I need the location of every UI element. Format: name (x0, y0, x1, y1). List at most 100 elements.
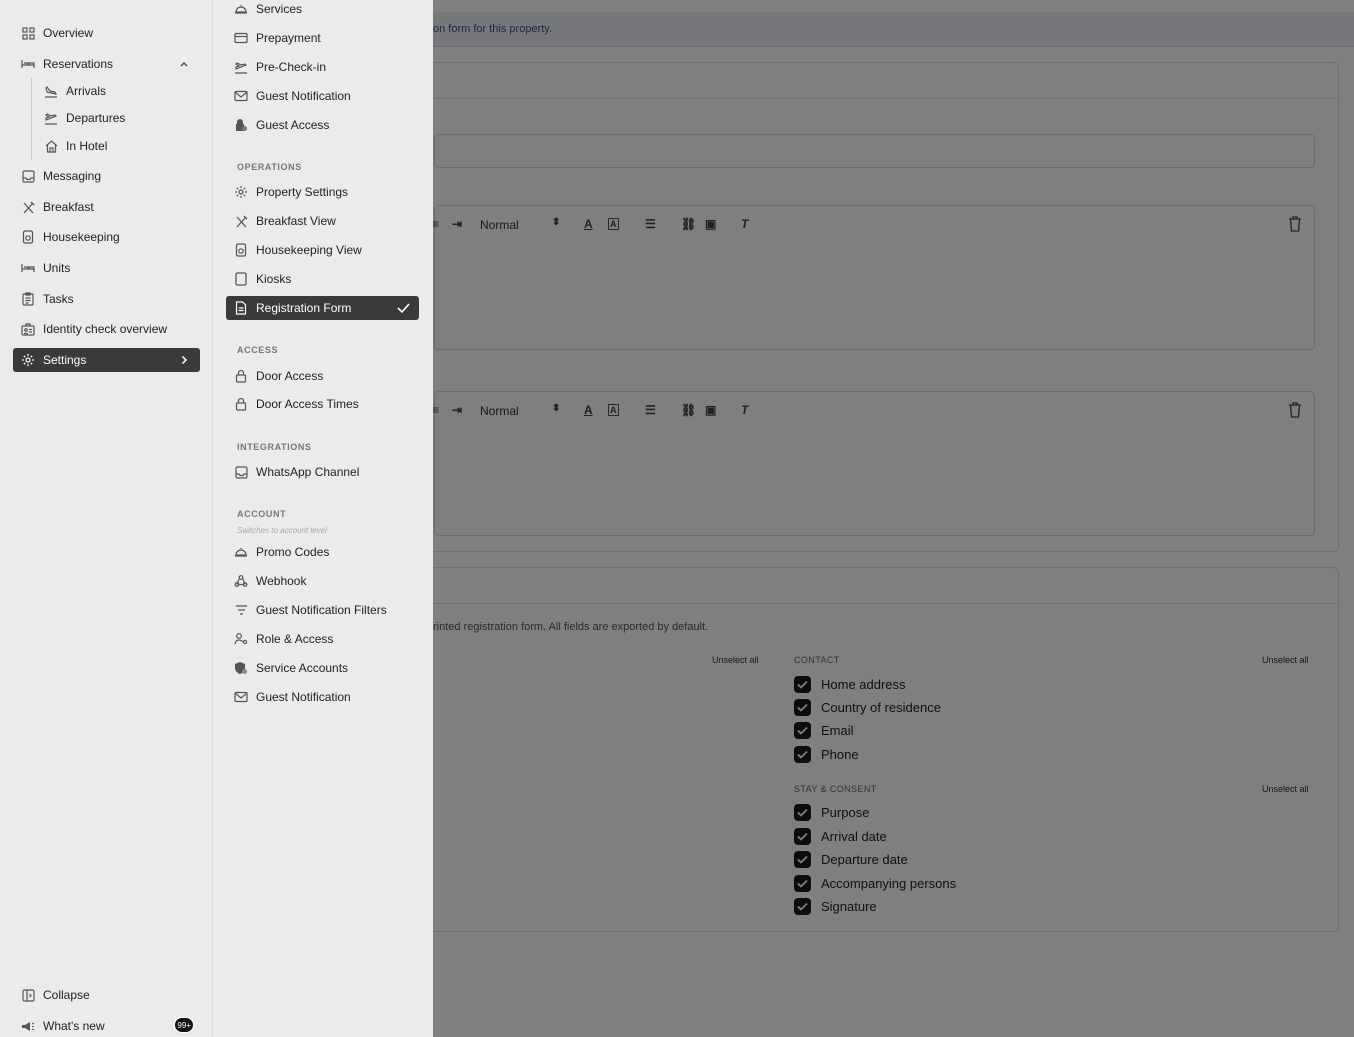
sidebar-item-departures[interactable]: Departures (13, 106, 200, 130)
section-hint-account: Switches to account level (237, 526, 327, 535)
submenu-item-housekeeping-view[interactable]: Housekeeping View (226, 238, 419, 262)
submenu-item-label: Property Settings (256, 185, 349, 199)
submenu-item-registration-form[interactable]: Registration Form (226, 296, 419, 320)
sidebar-item-label: Units (43, 261, 71, 275)
sidebar-item-identity-check[interactable]: Identity check overview (13, 317, 200, 341)
lock-icon (234, 397, 248, 411)
submenu-item-pre-check-in[interactable]: Pre-Check-in (226, 55, 419, 79)
submenu-item-label: Guest Notification (256, 690, 351, 704)
submenu-item-label: Housekeeping View (256, 243, 362, 257)
spray-bottle-icon (21, 230, 35, 244)
collapse-label: Collapse (43, 988, 90, 1002)
sidebar-item-label: In Hotel (66, 139, 108, 153)
submenu-item-breakfast-view[interactable]: Breakfast View (226, 209, 419, 233)
submenu-item-property-settings[interactable]: Property Settings (226, 180, 419, 204)
submenu-item-label: Service Accounts (256, 661, 349, 675)
sidebar-item-label: Departures (66, 111, 126, 125)
section-title-operations: OPERATIONS (237, 162, 302, 172)
submenu-item-guest-access[interactable]: Guest Access (226, 113, 419, 137)
bed-icon (21, 57, 35, 71)
submenu-item-label: Registration Form (256, 301, 352, 315)
inbox-icon (234, 465, 248, 479)
submenu-item-label: Guest Notification Filters (256, 603, 387, 617)
sidebar-item-label: Housekeeping (43, 230, 120, 244)
sidebar-item-label: Tasks (43, 292, 74, 306)
tablet-icon (234, 272, 248, 286)
submenu-item-label: Kiosks (256, 272, 292, 286)
submenu-item-prepayment[interactable]: Prepayment (226, 26, 419, 50)
sidebar-item-arrivals[interactable]: Arrivals (13, 79, 200, 103)
sidebar-item-units[interactable]: Units (13, 256, 200, 280)
plane-landing-icon (44, 84, 58, 98)
submenu-item-label: Webhook (256, 574, 307, 588)
bed-icon (21, 261, 35, 275)
submenu-item-services[interactable]: Services (226, 0, 419, 21)
filter-icon (234, 603, 248, 617)
submenu-item-kiosks[interactable]: Kiosks (226, 267, 419, 291)
checkmark-icon (397, 302, 410, 314)
sidebar-item-tasks[interactable]: Tasks (13, 287, 200, 311)
envelope-icon (234, 89, 248, 103)
sidebar-item-overview[interactable]: Overview (13, 21, 200, 45)
sidebar-item-messaging[interactable]: Messaging (13, 164, 200, 188)
sidebar-item-housekeeping[interactable]: Housekeeping (13, 225, 200, 249)
credit-card-icon (234, 31, 248, 45)
sidebar-item-label: Settings (43, 353, 87, 367)
submenu-item-door-access-times[interactable]: Door Access Times (226, 392, 419, 416)
submenu-item-guest-notification[interactable]: Guest Notification (226, 84, 419, 108)
submenu-item-role-access[interactable]: Role & Access (226, 627, 419, 651)
lock-icon (234, 369, 248, 383)
chevron-right-icon (178, 354, 190, 366)
submenu-item-label: Breakfast View (256, 214, 336, 228)
sidebar-collapse-icon (21, 988, 35, 1002)
sidebar-item-label: Reservations (43, 57, 114, 71)
section-title-integrations: INTEGRATIONS (237, 442, 312, 452)
plane-takeoff-icon (234, 60, 248, 74)
settings-submenu: Services Prepayment Pre-Check-in Guest N… (213, 0, 433, 1037)
collapse-button[interactable]: Collapse (13, 983, 200, 1007)
submenu-item-guest-notification-account[interactable]: Guest Notification (226, 685, 419, 709)
megaphone-icon (21, 1019, 35, 1033)
submenu-item-door-access[interactable]: Door Access (226, 364, 419, 388)
submenu-item-label: Pre-Check-in (256, 60, 327, 74)
submenu-item-label: Door Access Times (256, 397, 359, 411)
submenu-item-guest-notification-filters[interactable]: Guest Notification Filters (226, 598, 419, 622)
gear-icon (21, 353, 35, 367)
submenu-item-webhook[interactable]: Webhook (226, 569, 419, 593)
shield-gear-icon (234, 661, 248, 675)
submenu-item-label: Role & Access (256, 632, 334, 646)
envelope-icon (234, 690, 248, 704)
utensils-icon (21, 200, 35, 214)
submenu-item-label: Guest Notification (256, 89, 351, 103)
sidebar-item-label: Identity check overview (43, 322, 168, 336)
plane-takeoff-icon (44, 111, 58, 125)
modal-backdrop-overlay[interactable] (433, 0, 1354, 1037)
main-content: on form for this property. ≡ ⇥ Normal ⬍ … (433, 0, 1354, 1037)
section-title-access: ACCESS (237, 345, 279, 355)
service-bell-icon (234, 2, 248, 16)
submenu-item-label: WhatsApp Channel (256, 465, 360, 479)
section-title-account: ACCOUNT (237, 509, 287, 519)
submenu-item-whatsapp-channel[interactable]: WhatsApp Channel (226, 460, 419, 484)
sidebar-item-reservations[interactable]: Reservations (13, 52, 200, 76)
sidebar-item-in-hotel[interactable]: In Hotel (13, 134, 200, 158)
sidebar-item-breakfast[interactable]: Breakfast (13, 195, 200, 219)
lock-user-icon (234, 118, 248, 132)
chevron-up-icon[interactable] (178, 58, 190, 70)
submenu-item-label: Promo Codes (256, 545, 330, 559)
submenu-item-label: Services (256, 2, 303, 16)
grid-icon (21, 26, 35, 40)
gear-icon (234, 185, 248, 199)
notification-badge: 99+ (174, 1017, 194, 1033)
document-icon (234, 301, 248, 315)
sidebar-item-label: Arrivals (66, 84, 107, 98)
sidebar-item-settings[interactable]: Settings (13, 348, 200, 372)
users-key-icon (234, 632, 248, 646)
submenu-item-service-accounts[interactable]: Service Accounts (226, 656, 419, 680)
submenu-item-label: Guest Access (256, 118, 330, 132)
webhook-icon (234, 574, 248, 588)
id-card-icon (21, 322, 35, 336)
clipboard-icon (21, 292, 35, 306)
submenu-item-promo-codes[interactable]: Promo Codes (226, 540, 419, 564)
whats-new-button[interactable]: What's new 99+ (13, 1014, 200, 1037)
